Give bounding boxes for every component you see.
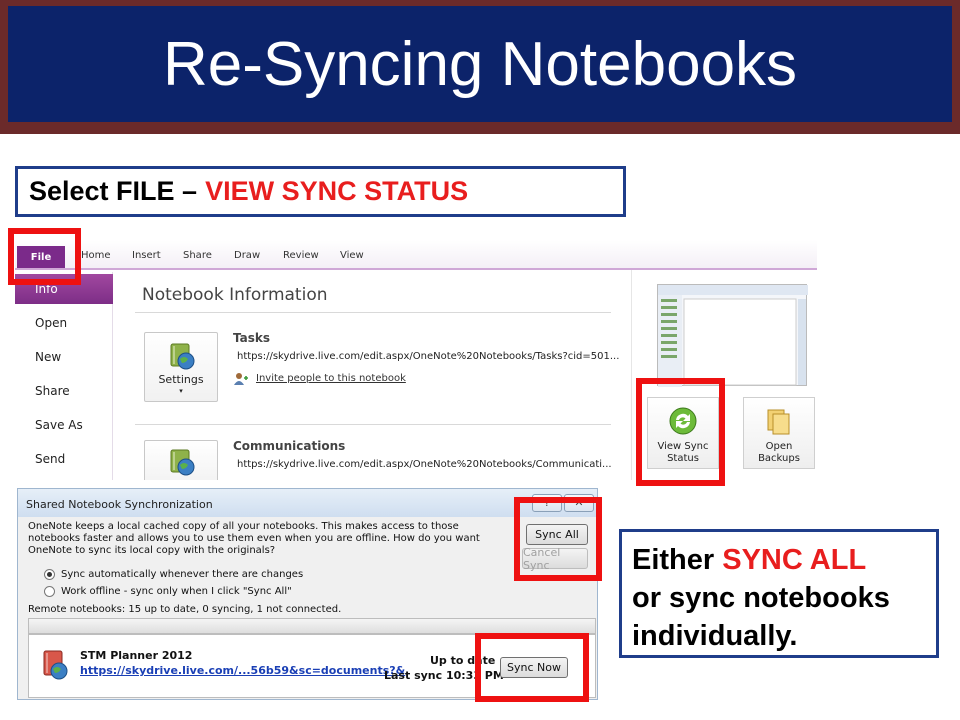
nav-item-share[interactable]: Share bbox=[35, 384, 70, 398]
nav-item-send[interactable]: Send bbox=[35, 452, 65, 466]
title-banner-inner: Re-Syncing Notebooks bbox=[8, 6, 952, 122]
dialog-description: OneNote keeps a local cached copy of all… bbox=[28, 521, 480, 556]
callout-sync-all-text: SYNC ALL bbox=[722, 544, 867, 576]
open-backups-label-line1: Open bbox=[765, 441, 793, 452]
callout-line-3: individually. bbox=[632, 620, 798, 652]
backstage-nav: Info Open New Share Save As Send bbox=[15, 272, 113, 480]
callout-select-file-text: Select FILE – bbox=[29, 176, 198, 206]
tab-home[interactable]: Home bbox=[81, 250, 111, 261]
notebook-list-header bbox=[28, 618, 596, 634]
title-banner: Re-Syncing Notebooks bbox=[0, 0, 960, 134]
radio-selected[interactable] bbox=[44, 569, 55, 580]
tab-view[interactable]: View bbox=[340, 250, 364, 261]
invite-people-link[interactable]: Invite people to this notebook bbox=[256, 373, 406, 384]
notebook-link[interactable]: https://skydrive.live.com/...56b59&sc=do… bbox=[80, 664, 405, 677]
instruction-callout-select-file: Select FILE – VIEW SYNC STATUS bbox=[15, 166, 626, 217]
tab-share[interactable]: Share bbox=[183, 250, 212, 261]
highlight-sync-now bbox=[475, 633, 589, 702]
option-sync-automatically-label: Sync automatically whenever there are ch… bbox=[61, 569, 304, 580]
notebook-globe-icon bbox=[43, 650, 68, 680]
tab-insert[interactable]: Insert bbox=[132, 250, 161, 261]
option-work-offline[interactable]: Work offline - sync only when I click "S… bbox=[44, 586, 292, 597]
settings-label: Settings bbox=[158, 373, 204, 386]
sync-status-summary: Remote notebooks: 15 up to date, 0 synci… bbox=[28, 604, 342, 615]
instruction-callout-sync-all: Either SYNC ALL or sync notebooks indivi… bbox=[619, 529, 939, 658]
divider bbox=[135, 424, 611, 425]
open-backups-label-line2: Backups bbox=[758, 453, 800, 464]
option-sync-automatically[interactable]: Sync automatically whenever there are ch… bbox=[44, 569, 303, 580]
nav-item-open[interactable]: Open bbox=[35, 316, 67, 330]
notebook-name: STM Planner 2012 bbox=[80, 649, 193, 662]
slide-title: Re-Syncing Notebooks bbox=[162, 29, 798, 99]
tab-draw[interactable]: Draw bbox=[234, 250, 260, 261]
notebook-url-tasks: https://skydrive.live.com/edit.aspx/OneN… bbox=[237, 351, 620, 362]
dialog-title: Shared Notebook Synchronization bbox=[18, 489, 597, 517]
tab-review[interactable]: Review bbox=[283, 250, 319, 261]
highlight-sync-all bbox=[514, 497, 602, 581]
invite-people-icon bbox=[234, 373, 248, 385]
notebook-thumbnail bbox=[657, 284, 808, 387]
radio-unselected[interactable] bbox=[44, 586, 55, 597]
callout-view-sync-status-text: VIEW SYNC STATUS bbox=[205, 176, 469, 206]
open-backups-button[interactable]: Open Backups bbox=[743, 397, 815, 469]
divider bbox=[135, 312, 611, 313]
callout-line-1: Either SYNC ALL bbox=[632, 541, 936, 579]
callout-either-text: Either bbox=[632, 544, 723, 576]
callout-line-2: or sync notebooks bbox=[632, 582, 890, 614]
notebook-name-communications: Communications bbox=[233, 439, 346, 453]
folders-icon bbox=[767, 409, 790, 435]
notebook-thumbnail-image bbox=[658, 285, 808, 387]
notebook-globe-icon bbox=[170, 449, 195, 476]
notebook-name-tasks: Tasks bbox=[233, 331, 271, 345]
notebook-url-communications: https://skydrive.live.com/edit.aspx/OneN… bbox=[237, 459, 612, 470]
highlight-file-tab bbox=[8, 228, 81, 285]
nav-item-new[interactable]: New bbox=[35, 350, 61, 364]
notebook-globe-icon bbox=[170, 343, 195, 370]
settings-button[interactable] bbox=[144, 440, 218, 480]
settings-button[interactable]: Settings ▾ bbox=[144, 332, 218, 402]
nav-item-save-as[interactable]: Save As bbox=[35, 418, 83, 432]
option-work-offline-label: Work offline - sync only when I click "S… bbox=[61, 586, 292, 597]
ribbon-tab-bar: File Home Insert Share Draw Review View bbox=[15, 240, 817, 270]
chevron-down-icon: ▾ bbox=[179, 387, 183, 395]
highlight-view-sync-status bbox=[636, 378, 725, 486]
notebook-information-heading: Notebook Information bbox=[142, 285, 328, 305]
